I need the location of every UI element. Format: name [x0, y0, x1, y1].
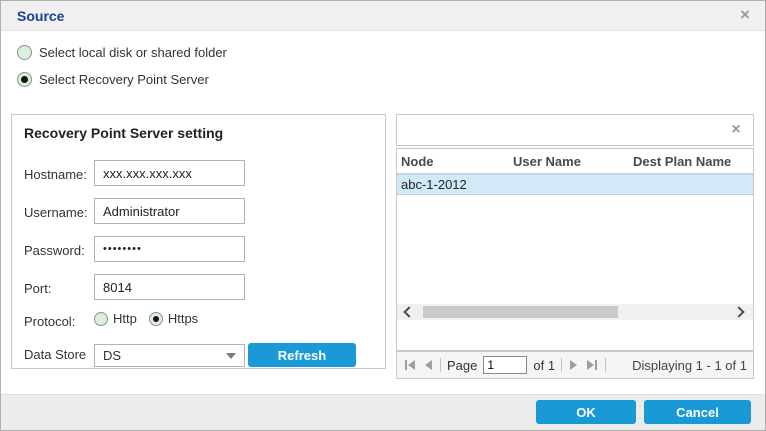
divider — [561, 358, 562, 372]
dialog-footer: OK Cancel — [1, 394, 766, 431]
column-header-user-name[interactable]: User Name — [509, 154, 629, 169]
chevron-down-icon — [226, 353, 236, 359]
dialog-title: Source — [17, 1, 64, 31]
data-store-label: Data Store — [24, 347, 86, 362]
radio-recovery-point-server-label: Select Recovery Point Server — [39, 72, 209, 87]
node-list-toolbar: × — [396, 114, 754, 146]
radio-local-disk[interactable]: Select local disk or shared folder — [17, 45, 227, 60]
username-field[interactable] — [94, 198, 245, 224]
column-header-node[interactable]: Node — [397, 154, 509, 169]
scrollbar-thumb[interactable] — [423, 306, 618, 318]
username-label: Username: — [24, 205, 88, 220]
password-field[interactable] — [94, 236, 245, 262]
radio-https[interactable]: Https — [149, 311, 198, 326]
displaying-status: Displaying 1 - 1 of 1 — [632, 358, 747, 373]
radio-recovery-point-server[interactable]: Select Recovery Point Server — [17, 72, 209, 87]
next-page-button[interactable] — [568, 358, 579, 372]
cancel-button[interactable]: Cancel — [644, 400, 751, 424]
password-label: Password: — [24, 243, 85, 258]
refresh-button[interactable]: Refresh — [248, 343, 356, 367]
radio-https-label: Https — [168, 311, 198, 326]
column-header-dest-plan-name[interactable]: Dest Plan Name — [629, 154, 753, 169]
source-dialog: Source × Select local disk or shared fol… — [0, 0, 766, 431]
first-page-button[interactable] — [403, 358, 417, 372]
table-row[interactable]: abc-1-2012 — [397, 174, 753, 195]
horizontal-scrollbar[interactable] — [397, 304, 753, 320]
previous-page-button[interactable] — [423, 358, 434, 372]
page-label: Page — [447, 358, 477, 373]
data-store-value: DS — [95, 348, 226, 363]
pagination-bar: Page of 1 Displaying 1 - 1 of 1 — [396, 351, 754, 379]
panel-heading: Recovery Point Server setting — [24, 125, 223, 141]
scroll-right-icon[interactable] — [733, 306, 744, 317]
close-icon[interactable]: × — [727, 121, 745, 139]
cell-node: abc-1-2012 — [397, 177, 509, 192]
protocol-label: Protocol: — [24, 314, 75, 329]
radio-unselected-icon — [94, 312, 108, 326]
data-store-select[interactable]: DS — [94, 344, 245, 367]
dialog-titlebar: Source × — [1, 1, 766, 31]
radio-selected-icon — [149, 312, 163, 326]
radio-selected-icon — [17, 72, 32, 87]
table-header-row: Node User Name Dest Plan Name — [397, 149, 753, 174]
close-icon[interactable]: × — [735, 5, 755, 25]
port-field[interactable] — [94, 274, 245, 300]
ok-button[interactable]: OK — [536, 400, 636, 424]
radio-unselected-icon — [17, 45, 32, 60]
port-label: Port: — [24, 281, 51, 296]
protocol-options: Http Https — [94, 311, 198, 326]
node-table: Node User Name Dest Plan Name abc-1-2012 — [396, 148, 754, 351]
scroll-left-icon[interactable] — [403, 306, 414, 317]
recovery-point-server-panel: Recovery Point Server setting Hostname: … — [11, 114, 386, 369]
divider — [440, 358, 441, 372]
last-page-button[interactable] — [585, 358, 599, 372]
page-number-input[interactable] — [483, 356, 527, 374]
hostname-field[interactable] — [94, 160, 245, 186]
radio-http-label: Http — [113, 311, 137, 326]
radio-http[interactable]: Http — [94, 311, 137, 326]
radio-local-disk-label: Select local disk or shared folder — [39, 45, 227, 60]
hostname-label: Hostname: — [24, 167, 87, 182]
divider — [605, 358, 606, 372]
page-of-label: of 1 — [533, 358, 555, 373]
